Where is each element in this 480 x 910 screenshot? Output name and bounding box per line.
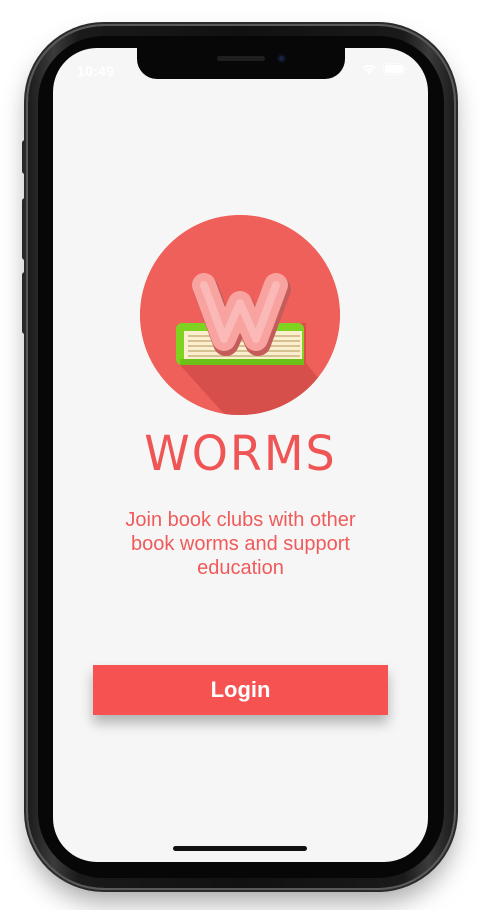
app-screen: 10:49 WORMS Join book clubs with other b… xyxy=(53,48,428,862)
app-logo xyxy=(140,215,340,415)
status-icons xyxy=(361,63,408,75)
home-indicator[interactable] xyxy=(173,846,307,851)
status-time: 10:49 xyxy=(77,63,115,79)
app-title: WORMS xyxy=(144,424,337,482)
wifi-icon xyxy=(361,63,377,75)
login-button[interactable]: Login xyxy=(93,665,388,715)
device-mockup: 10:49 WORMS Join book clubs with other b… xyxy=(0,0,480,910)
book-worm-logo-icon xyxy=(140,215,340,415)
earpiece-speaker xyxy=(217,56,265,61)
app-tagline: Join book clubs with other book worms an… xyxy=(125,509,356,579)
notch xyxy=(137,48,345,79)
front-camera xyxy=(277,54,286,63)
battery-icon xyxy=(383,63,408,75)
